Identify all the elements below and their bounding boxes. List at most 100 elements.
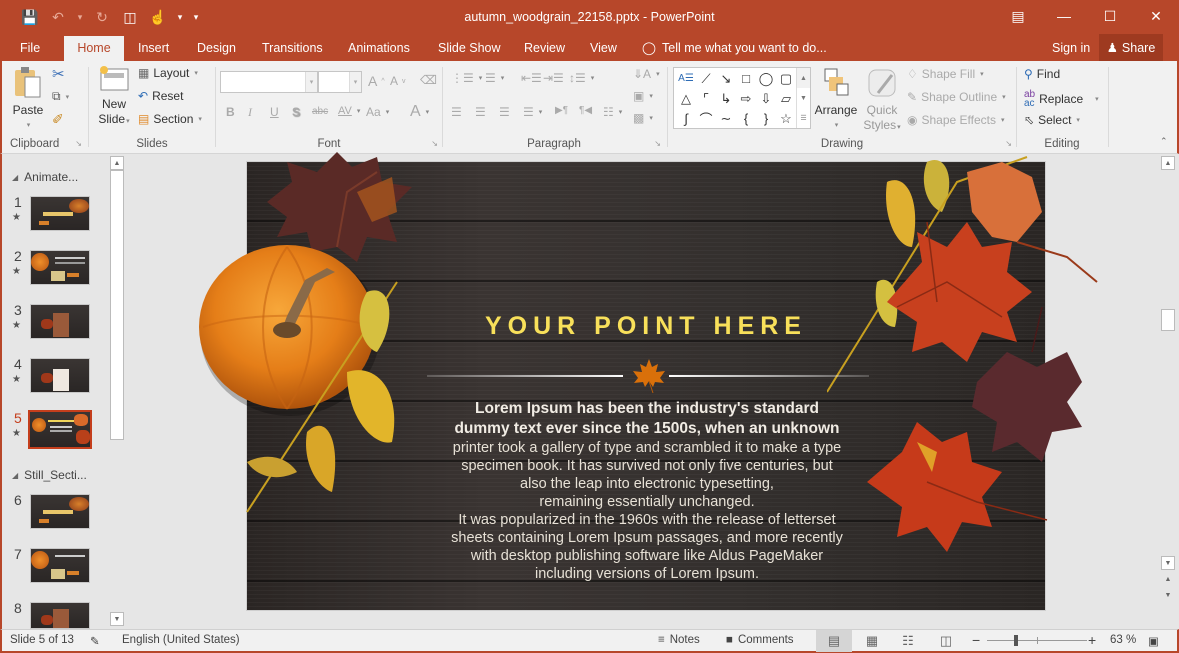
gallery-scroll-up[interactable]: ▲ xyxy=(796,68,810,88)
text-shadow-button[interactable]: S xyxy=(292,105,300,119)
section-header-still[interactable]: ◢ Still_Secti... xyxy=(12,468,87,482)
decrease-indent-button[interactable]: ⇤☰ xyxy=(521,71,542,85)
shape-down-arrow[interactable]: ⇩ xyxy=(756,89,776,108)
rtl-button[interactable]: ¶◀ xyxy=(579,105,592,116)
shape-star[interactable]: ☆ xyxy=(776,109,796,128)
scroll-up-button[interactable]: ▲ xyxy=(110,156,124,170)
previous-slide-button[interactable]: ▲ xyxy=(1161,572,1175,586)
bold-button[interactable]: B xyxy=(226,105,235,119)
zoom-level[interactable]: 63 % xyxy=(1110,634,1136,646)
center-button[interactable]: ☰ xyxy=(475,105,486,119)
columns-button[interactable]: ☷ ▾ xyxy=(603,105,622,119)
shape-rectangle[interactable]: □ xyxy=(736,69,756,88)
start-from-beginning-button[interactable]: ◫ xyxy=(118,6,142,28)
tab-review[interactable]: Review xyxy=(514,36,575,61)
scroll-down-button[interactable]: ▼ xyxy=(110,612,124,626)
language-indicator[interactable]: English (United States) xyxy=(122,634,240,646)
share-button[interactable]: ♟ Share xyxy=(1099,34,1163,61)
shape-fill-button[interactable]: ♢ Shape Fill ▾ xyxy=(907,67,984,81)
drawing-launcher-icon[interactable]: ↘ xyxy=(1005,139,1012,148)
new-slide-button[interactable]: New Slide▾ xyxy=(94,65,134,129)
slide-canvas[interactable]: YOUR POINT HERE Lorem Ipsum has been the… xyxy=(199,152,1098,611)
shape-scribble[interactable]: ∫ xyxy=(676,109,696,128)
collapse-triangle-icon[interactable]: ◢ xyxy=(12,173,18,182)
arrange-button[interactable]: Arrange ▾ xyxy=(812,67,860,133)
shape-rounded-rectangle[interactable]: ▢ xyxy=(776,69,796,88)
format-painter-button[interactable]: ✐ xyxy=(52,111,64,128)
italic-button[interactable]: I xyxy=(248,105,252,120)
tab-transitions[interactable]: Transitions xyxy=(252,36,333,61)
clipboard-launcher-icon[interactable]: ↘ xyxy=(75,139,82,148)
undo-dropdown[interactable]: ▾ xyxy=(74,6,86,28)
slide-thumbnail[interactable]: 1 ★ xyxy=(2,194,112,240)
zoom-out-button[interactable]: − xyxy=(972,632,980,648)
justify-button[interactable]: ☰ ▾ xyxy=(523,105,542,119)
numbering-button[interactable]: ☰ ▾ xyxy=(485,71,504,85)
tab-view[interactable]: View xyxy=(580,36,627,61)
shape-right-arrow[interactable]: ⇨ xyxy=(736,89,756,108)
editor-vscroll[interactable]: ▲ ▼ ▲ ▼ xyxy=(1161,154,1175,629)
undo-button[interactable]: ↶ xyxy=(46,6,70,28)
tab-slide-show[interactable]: Slide Show xyxy=(428,36,511,61)
thumbnails-scrollbar[interactable]: ▲ ▼ xyxy=(110,154,124,629)
shape-arc[interactable]: ⌒ xyxy=(696,109,716,128)
scrollbar-thumb[interactable] xyxy=(110,170,124,440)
scrollbar-thumb[interactable] xyxy=(1161,309,1175,331)
zoom-slider[interactable] xyxy=(987,635,1087,646)
zoom-in-button[interactable]: + xyxy=(1088,632,1096,648)
align-left-button[interactable]: ☰ xyxy=(451,105,462,119)
slide-thumbnail[interactable]: 2 ★ xyxy=(2,248,112,294)
ltr-button[interactable]: ▶¶ xyxy=(555,105,568,116)
align-text-button[interactable]: ▣ ▾ xyxy=(633,89,653,103)
slide-body-text[interactable]: Lorem Ipsum has been the industry's stan… xyxy=(397,399,897,583)
chevron-down-icon[interactable]: ▾ xyxy=(305,72,317,92)
shape-line[interactable]: ⟋ xyxy=(696,69,716,88)
font-launcher-icon[interactable]: ↘ xyxy=(431,139,438,148)
collapse-ribbon-button[interactable]: ⌃ xyxy=(1160,136,1168,147)
change-case-button[interactable]: Aa ▾ xyxy=(366,105,389,119)
tab-insert[interactable]: Insert xyxy=(128,36,179,61)
scroll-down-button[interactable]: ▼ xyxy=(1161,556,1175,570)
close-button[interactable]: ✕ xyxy=(1133,0,1179,32)
character-spacing-button[interactable]: AV ▾ xyxy=(338,105,360,117)
smartart-button[interactable]: ▩ ▾ xyxy=(633,111,653,125)
zoom-slider-knob[interactable] xyxy=(1014,635,1019,646)
slide-show-button[interactable]: ◫ xyxy=(928,630,964,652)
fit-to-window-button[interactable]: ▣ xyxy=(1148,634,1159,648)
section-header-animated[interactable]: ◢ Animate... xyxy=(12,170,78,184)
shape-left-brace[interactable]: { xyxy=(736,109,756,128)
spell-check-button[interactable]: ✎ xyxy=(90,634,100,648)
maximize-button[interactable]: ☐ xyxy=(1087,0,1133,32)
notes-button[interactable]: ≡ Notes xyxy=(658,634,700,646)
ribbon-display-options-button[interactable]: ▤ xyxy=(995,0,1041,32)
strikethrough-button[interactable]: abc xyxy=(312,106,328,117)
touch-mouse-mode-button[interactable]: ☝ xyxy=(146,6,170,28)
shrink-font-button[interactable]: Av xyxy=(390,74,406,88)
shape-elbow-connector[interactable]: ⌜ xyxy=(696,89,716,108)
shape-right-brace[interactable]: } xyxy=(756,109,776,128)
text-direction-button[interactable]: ⇓A ▾ xyxy=(633,67,660,81)
quick-styles-button[interactable]: Quick Styles▾ xyxy=(862,67,902,135)
slide-thumbnail[interactable]: 7 xyxy=(2,546,112,592)
comments-button[interactable]: ■ Comments xyxy=(726,634,794,646)
paste-button[interactable]: Paste ▾ xyxy=(8,65,48,133)
slide-title[interactable]: YOUR POINT HERE xyxy=(247,312,1045,341)
sign-in-link[interactable]: Sign in xyxy=(1052,36,1090,61)
bullets-button[interactable]: ⋮☰ ▾ xyxy=(451,71,482,85)
shape-freeform[interactable]: ▱ xyxy=(776,89,796,108)
editor-scrollbar[interactable]: ▲ ▼ ▲ ▼ xyxy=(1161,154,1177,629)
slide-sorter-button[interactable]: ▦ xyxy=(854,630,890,652)
tell-me-box[interactable]: ◯ Tell me what you want to do... xyxy=(642,36,827,61)
gallery-scroll-down[interactable]: ▼ xyxy=(796,88,810,108)
shape-textbox[interactable]: A☰ xyxy=(676,69,696,88)
minimize-button[interactable]: — xyxy=(1041,0,1087,32)
replace-button[interactable]: ab ac Replace ▾ xyxy=(1024,90,1099,109)
shape-oval[interactable]: ◯ xyxy=(756,69,776,88)
layout-button[interactable]: ▦ Layout ▾ xyxy=(138,66,198,80)
normal-view-button[interactable]: ▤ xyxy=(816,630,852,652)
tab-design[interactable]: Design xyxy=(187,36,246,61)
shape-effects-button[interactable]: ◉ Shape Effects ▾ xyxy=(907,113,1005,127)
slide-thumbnail[interactable]: 6 xyxy=(2,492,112,538)
gallery-more[interactable]: ☰ xyxy=(796,108,810,128)
collapse-triangle-icon[interactable]: ◢ xyxy=(12,471,18,480)
